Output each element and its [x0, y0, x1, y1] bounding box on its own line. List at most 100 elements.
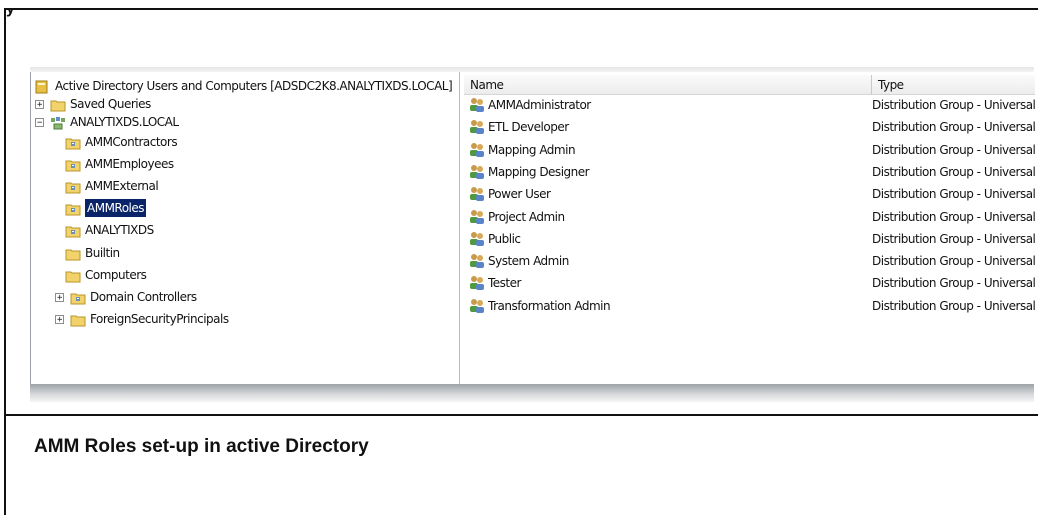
- tree-item[interactable]: Builtin: [65, 244, 120, 262]
- ou-folder-icon: [65, 136, 81, 150]
- group-name: Tester: [488, 276, 521, 291]
- group-icon: [468, 97, 486, 113]
- domain-icon: [50, 116, 65, 130]
- group-name-cell: Power User: [468, 185, 551, 203]
- group-icon: [468, 119, 486, 135]
- group-name: Project Admin: [488, 209, 565, 224]
- group-name: Public: [488, 231, 521, 246]
- ou-folder-icon: [70, 291, 86, 305]
- list-item[interactable]: AMMAdministrator Distribution Group - Uni…: [464, 96, 1036, 114]
- group-name: ETL Developer: [488, 120, 569, 135]
- group-name-cell: Mapping Admin: [468, 141, 576, 159]
- tree-root[interactable]: Active Directory Users and Computers [AD…: [35, 77, 453, 95]
- column-header-name-label: Name: [470, 78, 504, 92]
- group-type: Distribution Group - Universal: [872, 120, 1036, 135]
- tree-item[interactable]: Computers: [65, 266, 147, 284]
- group-name-cell: ETL Developer: [468, 118, 569, 136]
- tree-item[interactable]: + ForeignSecurityPrincipals: [55, 310, 229, 328]
- collapse-icon[interactable]: −: [35, 117, 44, 127]
- tree-item[interactable]: AMMContractors: [65, 133, 178, 151]
- group-name: AMMAdministrator: [488, 98, 591, 112]
- folder-icon: [65, 247, 81, 261]
- group-icon: [468, 298, 486, 314]
- list-item[interactable]: ETL Developer Distribution Group - Univer…: [464, 118, 1036, 136]
- tree-item-label: AMMEmployees: [85, 157, 174, 171]
- tree-item-label: Saved Queries: [70, 97, 151, 111]
- group-name: Mapping Admin: [488, 142, 576, 157]
- column-header-type-label: Type: [878, 78, 904, 92]
- group-icon: [468, 231, 486, 247]
- tree-item[interactable]: AMMRoles: [65, 199, 147, 217]
- folder-icon: [65, 269, 81, 283]
- list-item[interactable]: Project Admin Distribution Group - Univer…: [464, 208, 1036, 226]
- group-name-cell: Mapping Designer: [468, 163, 590, 181]
- group-icon: [468, 164, 486, 180]
- tree-item-label: Computers: [85, 268, 147, 282]
- tree-item-label: ANALYTIXDS.LOCAL: [70, 115, 179, 129]
- window-bottom-shadow: [30, 384, 1034, 402]
- group-icon: [468, 186, 486, 202]
- details-pane: Name Type AMMAdministrator Distribution G…: [464, 72, 1036, 384]
- tree-item-label: Builtin: [85, 246, 120, 260]
- group-type: Distribution Group - Universal: [872, 209, 1036, 224]
- tree-item[interactable]: ANALYTIXDS: [65, 221, 154, 239]
- group-type: Distribution Group - Universal: [872, 276, 1036, 291]
- ou-folder-icon: [65, 180, 81, 194]
- top-fragment: y: [6, 8, 166, 17]
- group-name: Mapping Designer: [488, 164, 590, 179]
- aduc-window: Active Directory Users and Computers [AD…: [30, 72, 1036, 384]
- group-name: Power User: [488, 187, 551, 202]
- list-item[interactable]: Mapping Designer Distribution Group - Uni…: [464, 163, 1036, 181]
- group-icon: [468, 253, 486, 269]
- group-type: Distribution Group - Universal: [872, 187, 1036, 202]
- ou-folder-icon: [65, 202, 81, 216]
- group-type: Distribution Group - Universal: [872, 231, 1036, 246]
- tree-item[interactable]: AMMExternal: [65, 177, 159, 195]
- tree-item-label: Domain Controllers: [90, 290, 197, 304]
- tree-item-label: AMMRoles: [85, 199, 147, 217]
- left-border: [4, 416, 6, 515]
- aduc-snapin-icon: [35, 80, 49, 94]
- folder-icon: [50, 98, 66, 112]
- list-item[interactable]: Public Distribution Group - Universal: [464, 230, 1036, 248]
- expand-icon[interactable]: +: [55, 292, 64, 302]
- group-name: System Admin: [488, 254, 569, 269]
- group-type: Distribution Group - Universal: [872, 254, 1036, 269]
- top-fragment-text: y: [6, 8, 15, 17]
- group-icon: [468, 142, 486, 158]
- tree-item[interactable]: + Domain Controllers: [55, 288, 197, 306]
- group-name: Transformation Admin: [488, 298, 611, 313]
- group-name-cell: Project Admin: [468, 208, 565, 226]
- tree-item[interactable]: − ANALYTIXDS.LOCAL: [35, 113, 179, 131]
- tree-item[interactable]: + Saved Queries: [35, 95, 151, 113]
- group-type: Distribution Group - Universal: [872, 142, 1036, 157]
- group-name-cell: AMMAdministrator: [468, 96, 591, 114]
- group-name-cell: Tester: [468, 274, 521, 292]
- tree-root-label: Active Directory Users and Computers [AD…: [55, 79, 453, 93]
- group-name-cell: Public: [468, 230, 521, 248]
- group-name-cell: System Admin: [468, 252, 569, 270]
- group-type: Distribution Group - Universal: [872, 298, 1036, 313]
- console-tree: Active Directory Users and Computers [AD…: [31, 72, 460, 384]
- tree-item-label: AMMExternal: [85, 179, 159, 193]
- group-name-cell: Transformation Admin: [468, 297, 611, 315]
- tree-item-label: AMMContractors: [85, 135, 178, 149]
- expand-icon[interactable]: +: [55, 314, 64, 324]
- tree-item[interactable]: AMMEmployees: [65, 155, 174, 173]
- expand-icon[interactable]: +: [35, 99, 44, 109]
- folder-icon: [70, 313, 86, 327]
- ou-folder-icon: [65, 158, 81, 172]
- group-icon: [468, 275, 486, 291]
- list-item[interactable]: Power User Distribution Group - Universal: [464, 185, 1036, 203]
- group-icon: [468, 209, 486, 225]
- ou-folder-icon: [65, 224, 81, 238]
- tree-item-label: ANALYTIXDS: [85, 223, 154, 237]
- group-type: Distribution Group - Universal: [872, 164, 1036, 179]
- column-header-type[interactable]: Type: [872, 75, 1035, 95]
- list-item[interactable]: System Admin Distribution Group - Univers…: [464, 252, 1036, 270]
- figure-caption: AMM Roles set-up in active Directory: [34, 436, 369, 457]
- list-item[interactable]: Mapping Admin Distribution Group - Univer…: [464, 141, 1036, 159]
- list-item[interactable]: Transformation Admin Distribution Group -…: [464, 297, 1036, 315]
- list-item[interactable]: Tester Distribution Group - Universal: [464, 274, 1036, 292]
- column-header-name[interactable]: Name: [464, 75, 872, 95]
